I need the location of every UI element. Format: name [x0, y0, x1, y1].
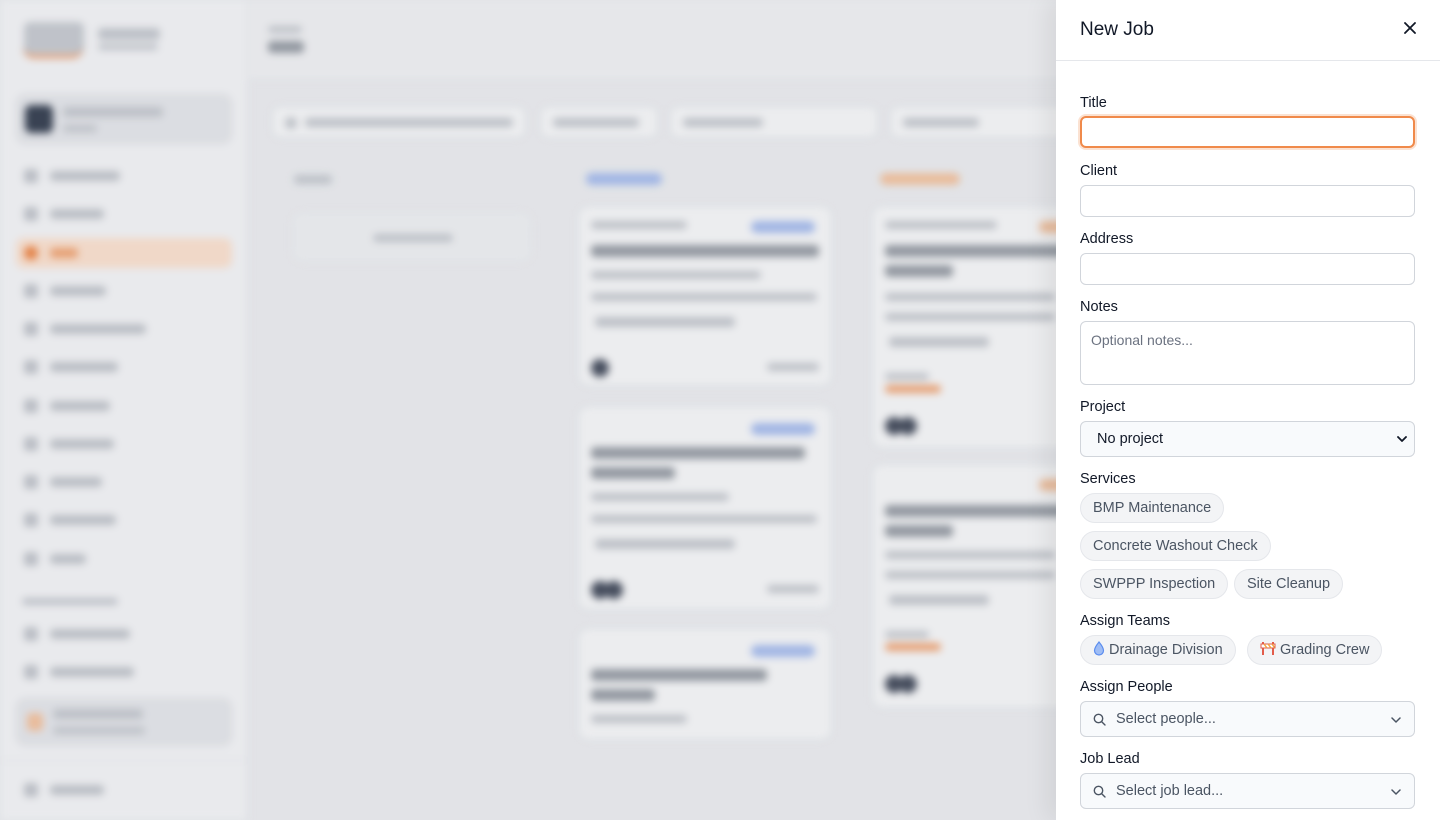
- service-chip-concrete-washout-check[interactable]: Concrete Washout Check: [1080, 531, 1271, 561]
- assign-people-combobox[interactable]: Select people...: [1080, 701, 1415, 737]
- job-lead-placeholder: Select job lead...: [1116, 783, 1224, 799]
- search-icon: [1093, 713, 1106, 726]
- panel-title: New Job: [1080, 19, 1154, 40]
- project-selected-value: No project: [1097, 431, 1164, 447]
- chevron-down-icon: [1391, 717, 1401, 723]
- service-chip-site-cleanup[interactable]: Site Cleanup: [1234, 569, 1344, 599]
- chevron-down-icon: [1397, 436, 1407, 442]
- client-input[interactable]: [1080, 185, 1415, 217]
- assign-people-placeholder: Select people...: [1116, 711, 1216, 727]
- address-input[interactable]: [1080, 253, 1415, 285]
- close-button[interactable]: [1396, 14, 1424, 42]
- title-input[interactable]: [1080, 116, 1415, 148]
- address-label: Address: [1080, 231, 1134, 247]
- search-icon: [1093, 785, 1106, 798]
- notes-textarea[interactable]: [1080, 321, 1415, 385]
- assign-teams-label: Assign Teams: [1080, 613, 1170, 629]
- service-chip-bmp-maintenance[interactable]: BMP Maintenance: [1080, 493, 1225, 523]
- notes-label: Notes: [1080, 299, 1118, 315]
- services-label: Services: [1080, 471, 1136, 487]
- title-label: Title: [1080, 95, 1107, 111]
- panel-header: New Job: [1056, 0, 1440, 61]
- close-icon: [1404, 22, 1416, 34]
- construction-barrier-icon: [1260, 642, 1276, 656]
- team-chip-drainage-division[interactable]: Drainage Division: [1080, 635, 1236, 665]
- client-label: Client: [1080, 163, 1118, 179]
- assign-people-label: Assign People: [1080, 679, 1173, 695]
- team-chip-label: Grading Crew: [1280, 642, 1370, 658]
- water-drop-icon: [1093, 641, 1105, 656]
- job-lead-label: Job Lead: [1080, 751, 1140, 767]
- job-lead-combobox[interactable]: Select job lead...: [1080, 773, 1415, 809]
- service-chip-swppp-inspection[interactable]: SWPPP Inspection: [1080, 569, 1229, 599]
- project-label: Project: [1080, 399, 1126, 415]
- team-chip-label: Drainage Division: [1109, 642, 1223, 658]
- new-job-panel: New Job Title Client Address Notes Proje…: [1056, 0, 1440, 820]
- chevron-down-icon: [1391, 789, 1401, 795]
- team-chip-grading-crew[interactable]: Grading Crew: [1247, 635, 1383, 665]
- project-select[interactable]: No project: [1080, 421, 1415, 457]
